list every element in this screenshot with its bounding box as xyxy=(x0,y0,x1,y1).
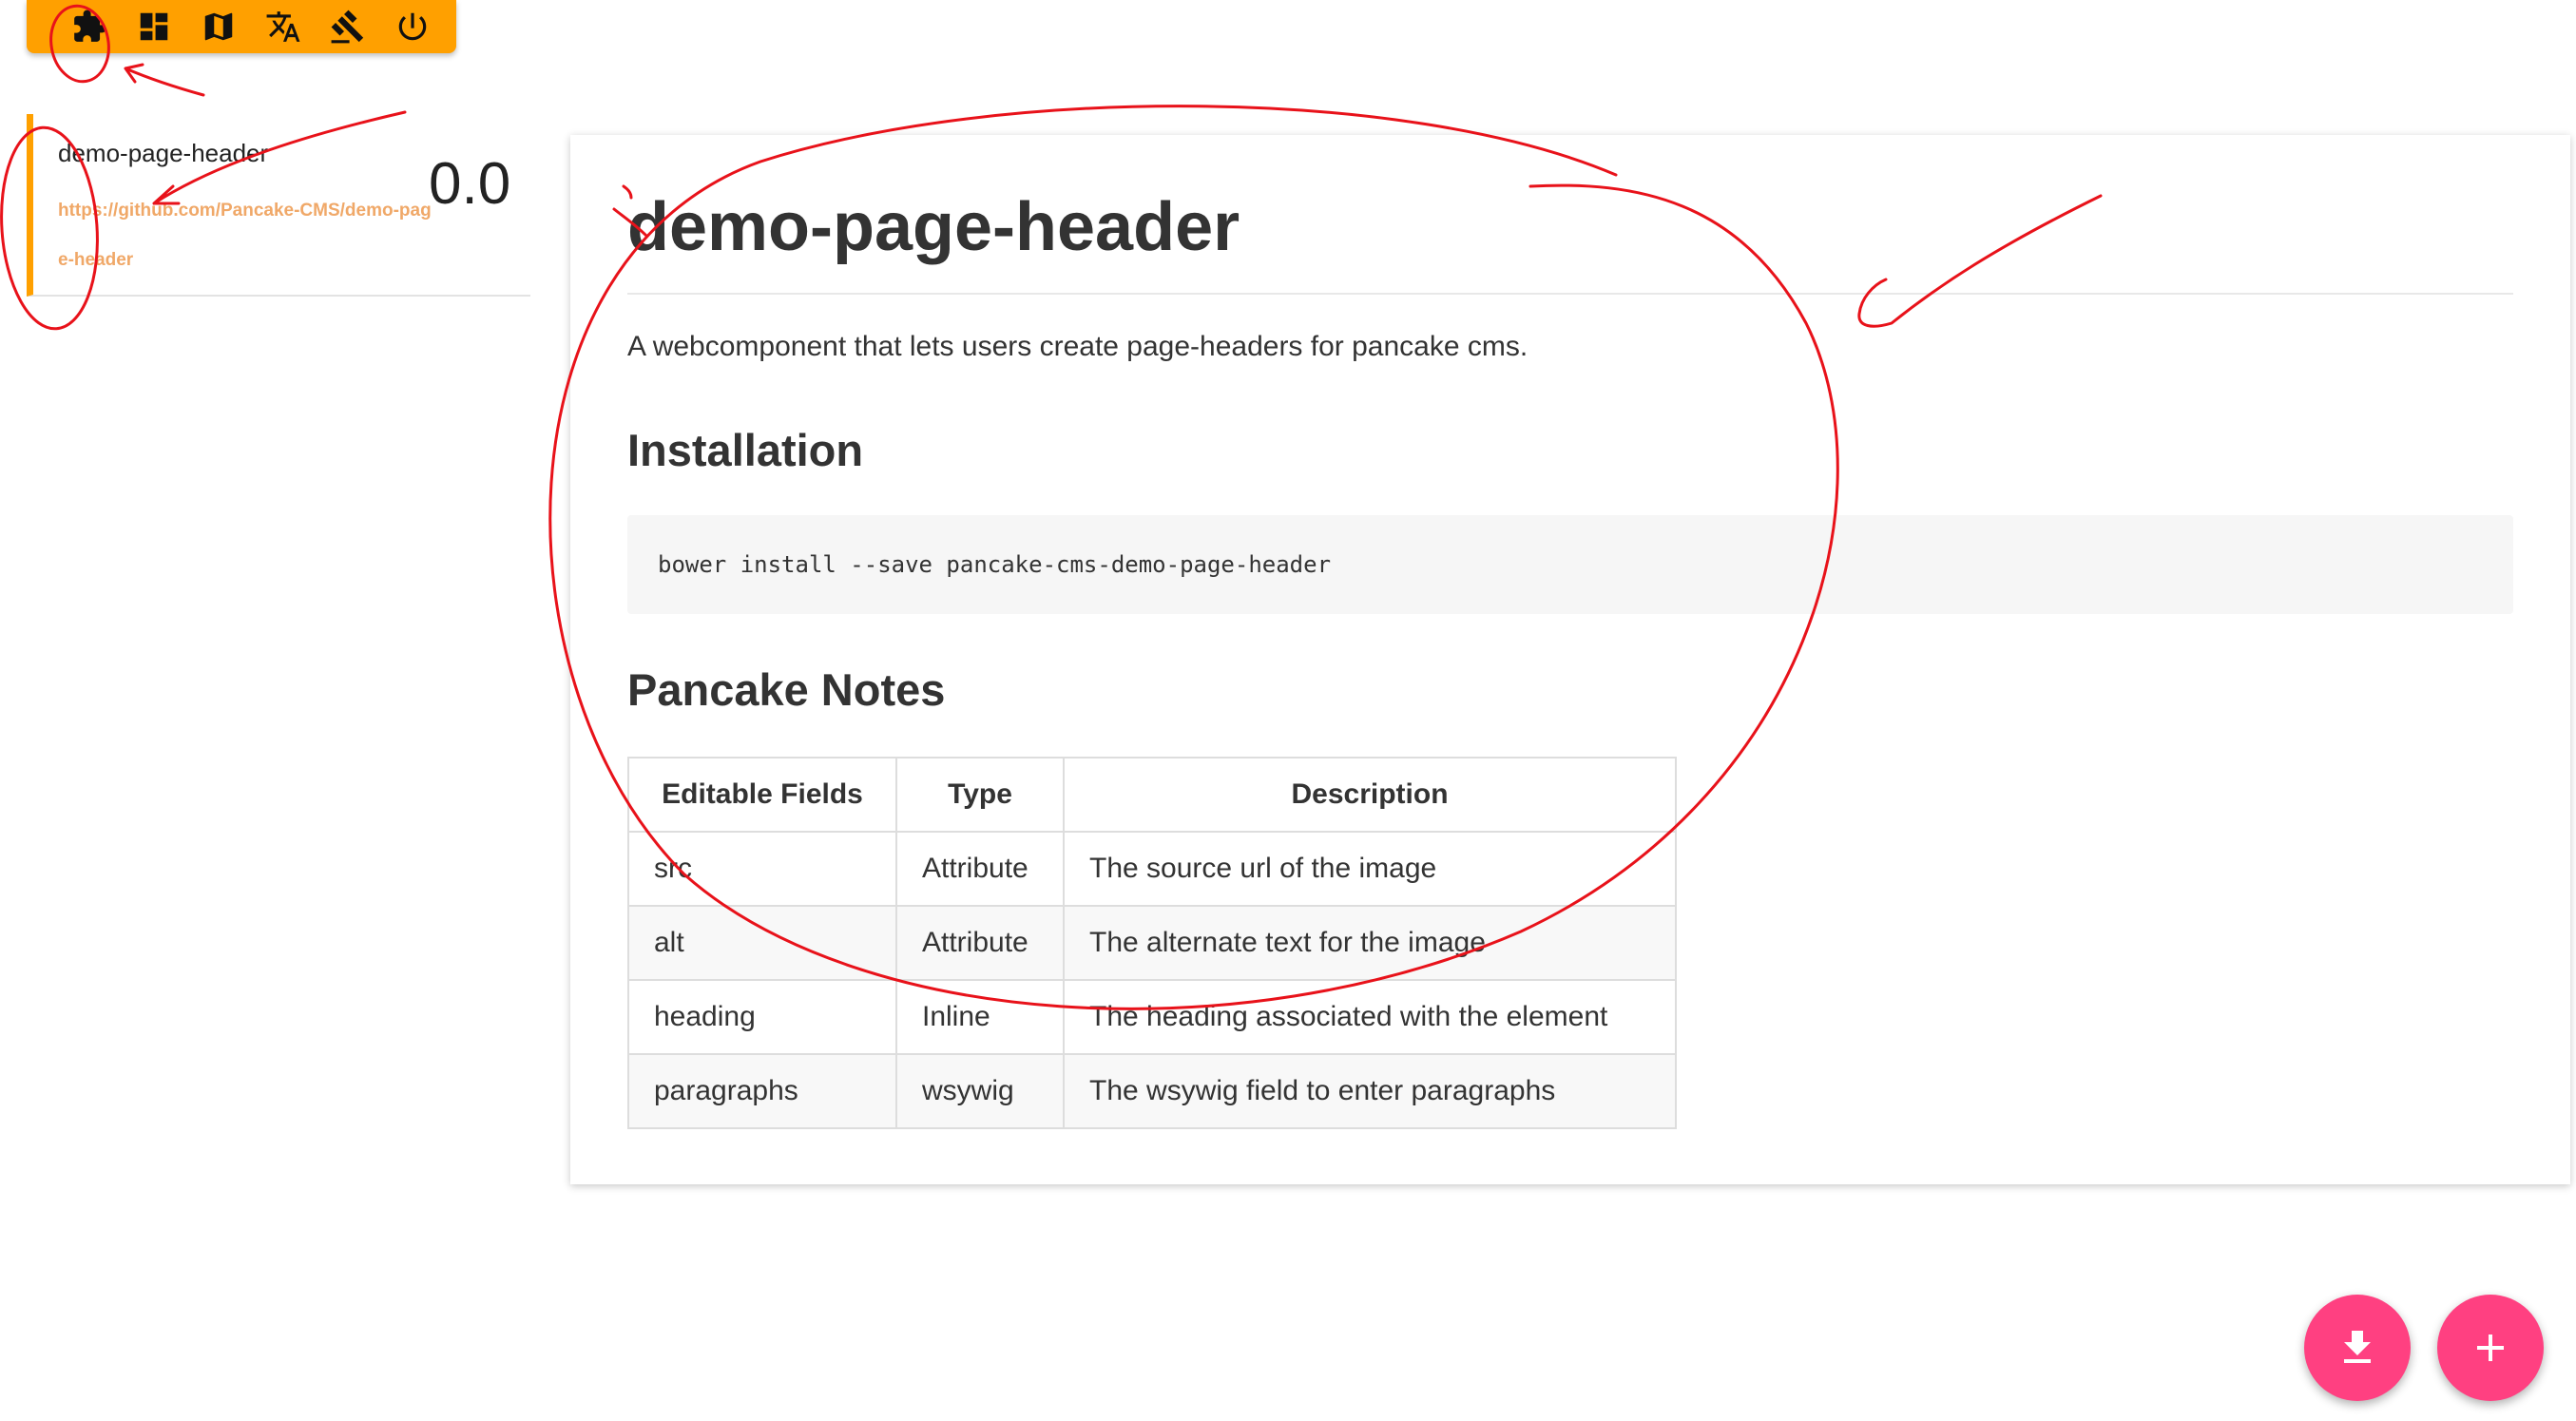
table-cell: The wsywig field to enter paragraphs xyxy=(1063,1053,1677,1129)
table-cell: Attribute xyxy=(895,905,1065,981)
table-cell: heading xyxy=(627,979,897,1055)
gavel-icon[interactable] xyxy=(329,8,367,46)
download-icon xyxy=(2344,1331,2371,1363)
page-title: demo-page-header xyxy=(627,189,1240,265)
table-header-cell: Editable Fields xyxy=(627,757,897,833)
component-version: 0.0 xyxy=(429,151,511,217)
translate-icon[interactable] xyxy=(264,8,302,46)
title-divider xyxy=(627,293,2513,295)
notes-heading: Pancake Notes xyxy=(627,664,946,715)
top-toolbar xyxy=(27,0,456,53)
table-row: heading Inline The heading associated wi… xyxy=(627,979,1677,1055)
map-icon[interactable] xyxy=(200,8,238,46)
puzzle-icon[interactable] xyxy=(70,8,108,46)
table-cell: The heading associated with the element xyxy=(1063,979,1677,1055)
table-header-cell: Type xyxy=(895,757,1065,833)
power-icon[interactable] xyxy=(394,8,432,46)
table-cell: Attribute xyxy=(895,831,1065,907)
component-list-item[interactable]: demo-page-header https://github.com/Panc… xyxy=(27,114,530,297)
annotation-arrow-puzzle xyxy=(124,63,205,97)
table-cell: paragraphs xyxy=(627,1053,897,1129)
app-root: demo-page-header https://github.com/Panc… xyxy=(0,0,2576,1421)
table-header-row: Editable Fields Type Description xyxy=(627,757,1677,833)
table-cell: alt xyxy=(627,905,897,981)
table-cell: wsywig xyxy=(895,1053,1065,1129)
table-cell: src xyxy=(627,831,897,907)
install-command-code: bower install --save pancake-cms-demo-pa… xyxy=(627,515,2513,614)
component-repo-link[interactable]: https://github.com/Pancake-CMS/demo-page… xyxy=(58,186,438,285)
add-icon xyxy=(2477,1335,2504,1361)
table-row: alt Attribute The alternate text for the… xyxy=(627,905,1677,981)
installation-heading: Installation xyxy=(627,425,864,475)
download-button[interactable] xyxy=(2304,1295,2411,1401)
table-row: paragraphs wsywig The wsywig field to en… xyxy=(627,1053,1677,1129)
dashboard-icon[interactable] xyxy=(135,8,173,46)
component-name: demo-page-header xyxy=(58,139,269,167)
notes-table: Editable Fields Type Description src Att… xyxy=(627,757,1677,1129)
readme-card: demo-page-header A webcomponent that let… xyxy=(570,135,2570,1184)
add-button[interactable] xyxy=(2437,1295,2544,1401)
component-description: A webcomponent that lets users create pa… xyxy=(627,331,1528,362)
table-header-cell: Description xyxy=(1063,757,1677,833)
table-cell: The alternate text for the image xyxy=(1063,905,1677,981)
table-cell: Inline xyxy=(895,979,1065,1055)
table-row: src Attribute The source url of the imag… xyxy=(627,831,1677,907)
table-cell: The source url of the image xyxy=(1063,831,1677,907)
